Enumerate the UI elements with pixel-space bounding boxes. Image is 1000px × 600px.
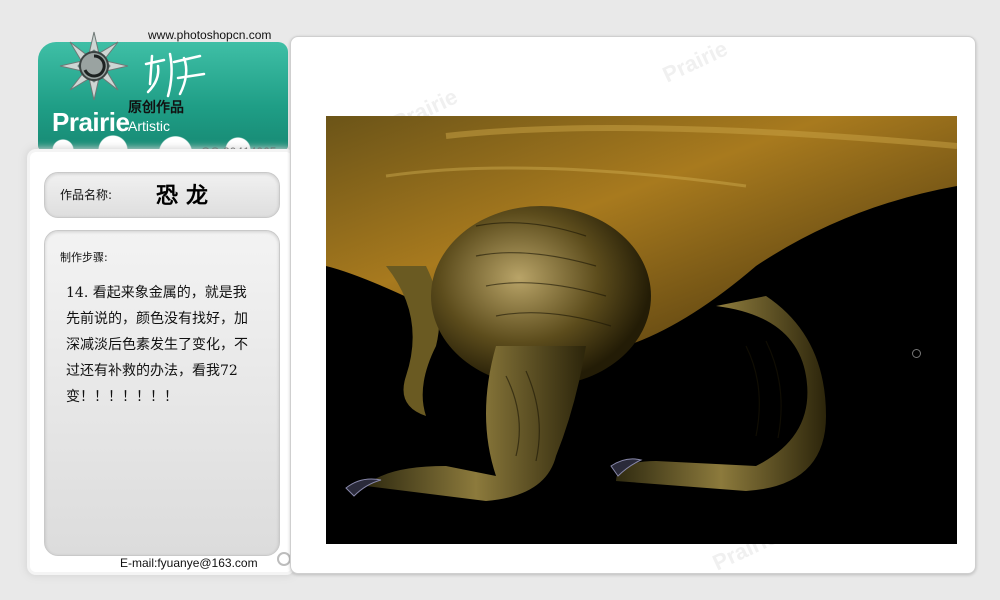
site-url[interactable]: www.photoshopcn.com [148, 28, 271, 42]
script-logo-icon [144, 52, 206, 98]
corner-dot-icon [277, 552, 291, 566]
steps-description: 14. 看起来象金属的，就是我先前说的，颜色没有找好，加深减淡后色素发生了变化，… [66, 285, 248, 405]
scroll-indicator-icon[interactable] [912, 349, 921, 358]
steps-label: 制作步骤: [60, 251, 108, 264]
logo-brand-sub: Artistic [128, 118, 170, 134]
work-name-label: 作品名称: [60, 188, 113, 202]
logo-brand-word: Prairie [52, 107, 130, 137]
dinosaur-illustration-icon [326, 116, 957, 501]
contact-email[interactable]: E-mail:fyuanye@163.com [120, 556, 258, 570]
sun-emblem-icon [59, 31, 129, 101]
work-name-value: 恐龙 [156, 183, 217, 209]
logo-cn-label: 原创作品 [128, 100, 184, 116]
dinosaur-artwork [326, 116, 957, 544]
watermark-text: Prairie [658, 35, 732, 88]
